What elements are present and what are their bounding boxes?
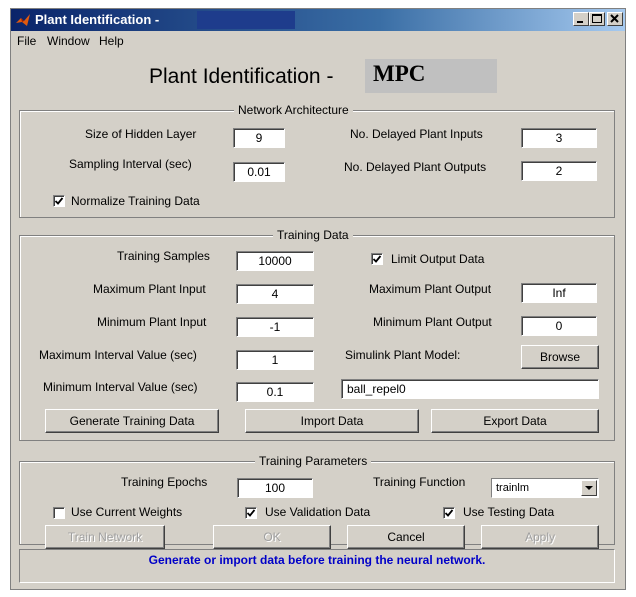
max-plant-input-label: Maximum Plant Input xyxy=(93,282,206,296)
model-name: MPC xyxy=(373,61,426,86)
use-current-weights-checkbox[interactable] xyxy=(53,507,65,519)
plant-identification-window: Plant Identification - File Window Help … xyxy=(10,8,626,590)
max-plant-input-input[interactable]: 4 xyxy=(236,284,314,304)
status-bar: Generate or import data before training … xyxy=(19,549,615,583)
normalize-checkbox[interactable] xyxy=(53,195,65,207)
hidden-layer-label: Size of Hidden Layer xyxy=(85,127,197,141)
training-data-title: Training Data xyxy=(273,228,353,242)
window-title: Plant Identification - xyxy=(35,12,160,27)
status-message: Generate or import data before training … xyxy=(148,553,486,567)
min-plant-output-label: Minimum Plant Output xyxy=(373,315,492,329)
training-samples-label: Training Samples xyxy=(117,249,210,263)
import-data-button[interactable]: Import Data xyxy=(245,409,419,433)
training-samples-input[interactable]: 10000 xyxy=(236,251,314,271)
title-bar[interactable]: Plant Identification - xyxy=(11,9,625,31)
min-plant-input-input[interactable]: -1 xyxy=(236,317,314,337)
cancel-button[interactable]: Cancel xyxy=(347,525,465,549)
page-title: Plant Identification - xyxy=(149,65,334,88)
title-redacted-block xyxy=(197,11,295,29)
training-function-select[interactable]: trainlm xyxy=(491,478,599,498)
min-plant-output-input[interactable]: 0 xyxy=(521,316,597,336)
hidden-layer-input[interactable]: 9 xyxy=(233,128,285,148)
min-interval-input[interactable]: 0.1 xyxy=(236,382,314,402)
use-testing-checkbox[interactable] xyxy=(443,507,455,519)
ok-button[interactable]: OK xyxy=(213,525,331,549)
delayed-outputs-label: No. Delayed Plant Outputs xyxy=(344,160,487,174)
min-plant-input-label: Minimum Plant Input xyxy=(97,315,207,329)
training-function-value: trainlm xyxy=(496,482,530,494)
max-interval-label: Maximum Interval Value (sec) xyxy=(39,348,197,362)
use-current-weights-label: Use Current Weights xyxy=(71,505,183,519)
apply-button[interactable]: Apply xyxy=(481,525,599,549)
limit-output-label: Limit Output Data xyxy=(391,252,485,266)
matlab-logo-icon xyxy=(16,14,30,26)
browse-button[interactable]: Browse xyxy=(521,345,599,369)
maximize-button[interactable] xyxy=(589,12,605,26)
close-button[interactable] xyxy=(607,12,623,26)
training-epochs-label: Training Epochs xyxy=(121,475,208,489)
minimize-button[interactable] xyxy=(573,12,589,26)
sampling-interval-label: Sampling Interval (sec) xyxy=(69,157,192,171)
max-plant-output-input[interactable]: Inf xyxy=(521,283,597,303)
normalize-label: Normalize Training Data xyxy=(71,194,200,208)
generate-training-data-button[interactable]: Generate Training Data xyxy=(45,409,219,433)
sampling-interval-input[interactable]: 0.01 xyxy=(233,162,285,182)
minimize-icon xyxy=(577,21,583,23)
training-parameters-title: Training Parameters xyxy=(255,454,372,468)
limit-output-checkbox[interactable] xyxy=(371,253,383,265)
maximize-icon xyxy=(592,14,602,23)
menu-window[interactable]: Window xyxy=(47,34,90,48)
max-plant-output-label: Maximum Plant Output xyxy=(369,282,492,296)
training-function-label: Training Function xyxy=(373,475,466,489)
menu-bar: File Window Help xyxy=(11,31,625,51)
simulink-model-label: Simulink Plant Model: xyxy=(345,348,461,362)
export-data-button[interactable]: Export Data xyxy=(431,409,599,433)
page-heading: Plant Identification - MPC xyxy=(11,57,625,97)
use-validation-label: Use Validation Data xyxy=(265,505,371,519)
train-network-button[interactable]: Train Network xyxy=(45,525,165,549)
use-validation-checkbox[interactable] xyxy=(245,507,257,519)
checkmark-icon xyxy=(444,509,454,517)
network-architecture-title: Network Architecture xyxy=(234,103,353,117)
delayed-outputs-input[interactable]: 2 xyxy=(521,161,597,181)
simulink-model-input[interactable]: ball_repel0 xyxy=(341,379,599,399)
checkmark-icon xyxy=(246,509,256,517)
menu-help[interactable]: Help xyxy=(99,34,124,48)
delayed-inputs-label: No. Delayed Plant Inputs xyxy=(350,127,483,141)
menu-file[interactable]: File xyxy=(17,34,36,48)
training-epochs-input[interactable]: 100 xyxy=(237,478,313,498)
max-interval-input[interactable]: 1 xyxy=(236,350,314,370)
close-icon xyxy=(610,14,619,23)
checkmark-icon xyxy=(372,255,382,263)
dropdown-arrow-icon[interactable] xyxy=(581,480,597,496)
delayed-inputs-input[interactable]: 3 xyxy=(521,128,597,148)
use-testing-label: Use Testing Data xyxy=(463,505,555,519)
min-interval-label: Minimum Interval Value (sec) xyxy=(43,380,198,394)
checkmark-icon xyxy=(54,197,64,205)
